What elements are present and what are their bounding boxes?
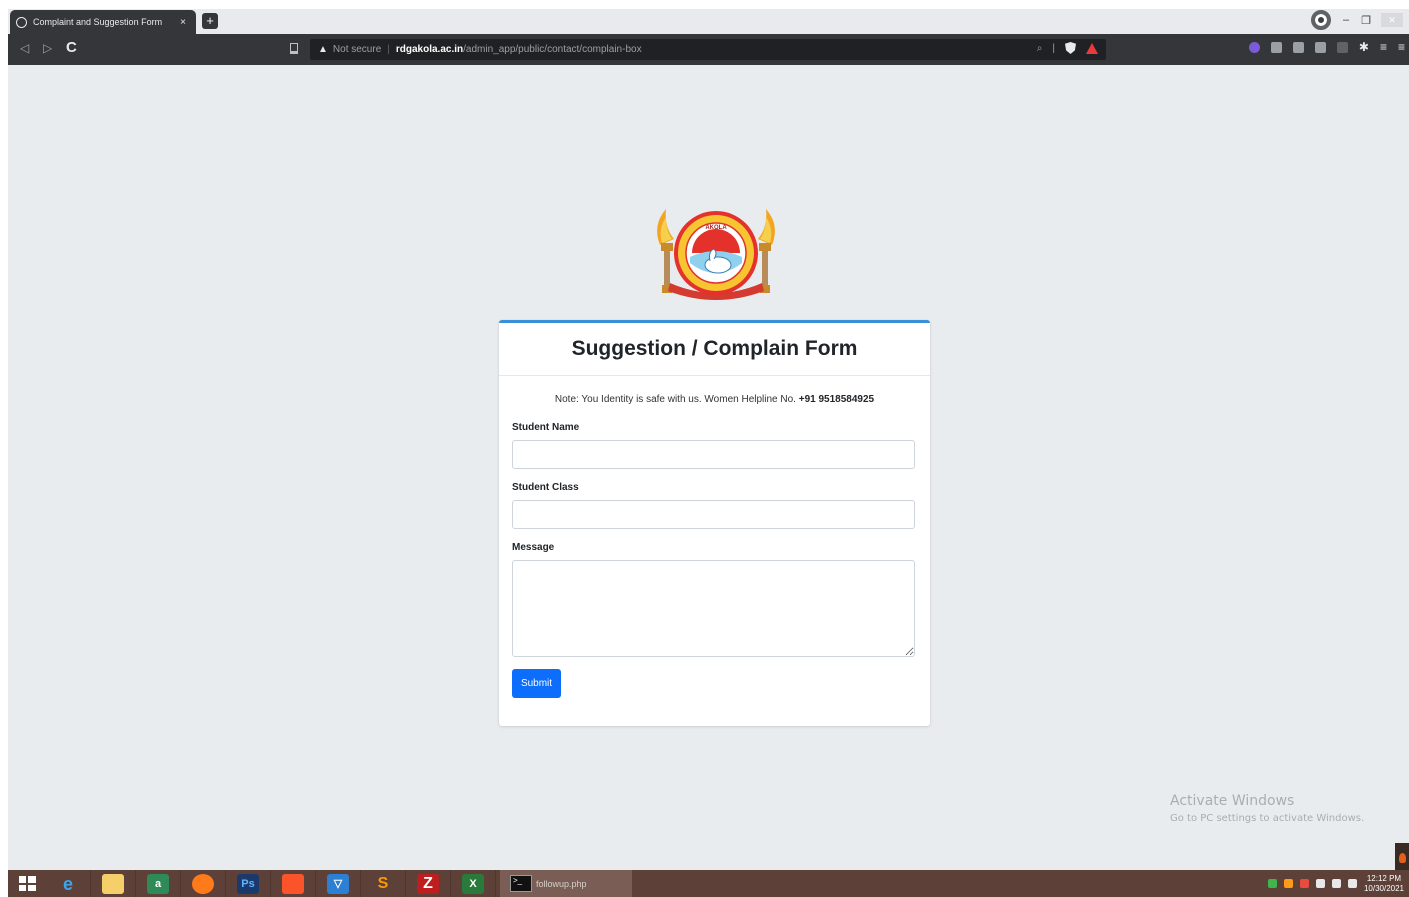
notification-flame-icon[interactable] [1395,843,1409,870]
student-class-label: Student Class [512,482,579,493]
address-bar-actions: ⌕ | [1037,42,1098,54]
security-label[interactable]: Not secure [333,44,381,55]
restore-button[interactable]: ❐ [1361,14,1371,27]
network-icon[interactable] [1331,879,1341,888]
page-title: Suggestion / Complain Form [571,337,858,360]
separator: | [1052,42,1055,54]
clock[interactable]: 12:12 PM 10/30/2021 [1364,874,1404,894]
clock-time: 12:12 PM [1366,873,1402,883]
globe-icon [16,16,27,28]
store-icon[interactable]: a [136,870,181,897]
start-button[interactable] [8,870,46,897]
tray-chrome-icon[interactable] [1283,879,1293,888]
system-tray: 12:12 PM 10/30/2021 [1267,874,1409,894]
watermark-title: Activate Windows [1170,793,1295,809]
windows-logo-icon [18,876,36,891]
browser-toolbar: ◁ ▷ C ▲ Not secure | rdgakola.ac.in /adm… [8,34,1409,65]
complaint-form-card: Suggestion / Complain Form Note: You Ide… [499,320,930,726]
internet-explorer-icon[interactable]: e [46,870,91,897]
activate-windows-watermark: Activate Windows Go to PC settings to ac… [1170,793,1364,824]
close-window-button[interactable]: ✕ [1381,13,1403,27]
volume-icon[interactable] [1315,879,1325,888]
address-bar[interactable]: ▲ Not secure | rdgakola.ac.in /admin_app… [310,39,1106,60]
firefox-icon[interactable] [181,870,226,897]
college-logo: AKOLA [657,209,775,300]
brave-shield-icon[interactable] [1065,42,1076,54]
minimize-button[interactable]: – [1341,14,1351,26]
url-path: /admin_app/public/contact/complain-box [463,44,642,55]
photoshop-icon[interactable]: Ps [226,870,271,897]
close-tab-button[interactable]: × [176,17,190,28]
student-class-input[interactable] [512,500,915,529]
extension-icon[interactable] [1248,42,1260,53]
taskbar-window-label: followup.php [536,878,587,889]
back-icon[interactable]: ◁ [20,41,29,55]
reload-icon[interactable]: C [66,39,77,56]
extension-icon[interactable] [1292,42,1304,53]
watermark-subtitle: Go to PC settings to activate Windows. [1170,813,1365,824]
tray-app-icon[interactable] [1267,879,1277,888]
forward-icon[interactable]: ▷ [43,41,52,55]
tab-title: Complaint and Suggestion Form [33,17,163,27]
message-label: Message [512,542,555,553]
filezilla-icon[interactable]: Z [406,870,451,897]
menu-icon[interactable]: ≡ [1398,41,1405,53]
helpline-number: +91 9518584925 [798,394,875,405]
window-controls: – ❐ ✕ [1311,10,1403,30]
tray-app-icon[interactable] [1299,879,1309,888]
logo-text: AKOLA [705,225,727,231]
file-explorer-icon[interactable] [91,870,136,897]
zoom-icon[interactable]: ⌕ [1037,43,1043,54]
card-header: Suggestion / Complain Form [499,323,930,376]
screen: Complaint and Suggestion Form × + – ❐ ✕ … [0,0,1409,897]
submit-button[interactable]: Submit [512,669,561,698]
browser-tab[interactable]: Complaint and Suggestion Form × [10,10,196,34]
bookmark-icon[interactable] [290,43,298,54]
puzzle-icon[interactable]: ✱ [1359,41,1369,53]
url-host: rdgakola.ac.in [395,44,464,55]
reading-list-icon[interactable]: ≡ [1380,41,1387,53]
terminal-icon: >_ [510,875,532,892]
note-text: Note: You Identity is safe with us. Wome… [554,394,796,405]
flag-icon[interactable] [1347,879,1357,888]
identity-note: Note: You Identity is safe with us. Wome… [512,394,917,405]
url-separator: | [387,44,390,55]
tab-strip: Complaint and Suggestion Form × + – ❐ ✕ [8,9,1409,34]
brave-icon[interactable] [271,870,316,897]
camera-extension-icon[interactable] [1314,42,1326,53]
warning-icon: ▲ [318,44,328,55]
excel-icon[interactable]: X [451,870,496,897]
brave-rewards-icon[interactable] [1086,42,1098,54]
sublime-text-icon[interactable]: S [361,870,406,897]
page-content: AKOLA Suggestion / Complain Form Note: Y… [8,65,1409,870]
profile-icon[interactable] [1311,10,1331,30]
new-tab-button[interactable]: + [202,13,218,29]
extension-icon[interactable] [1270,42,1282,53]
extensions-bar: ✱ ≡ ≡ [1248,41,1405,53]
message-textarea[interactable] [512,560,915,657]
extension-icon[interactable] [1336,42,1348,53]
vs-code-icon[interactable]: ▽ [316,870,361,897]
taskbar-window-terminal[interactable]: >_ followup.php [500,870,632,897]
clock-date: 10/30/2021 [1363,883,1404,893]
card-body: Note: You Identity is safe with us. Wome… [499,376,930,698]
student-name-label: Student Name [512,422,580,433]
student-name-input[interactable] [512,440,915,469]
taskbar: e a Ps ▽ S Z X >_ followup.php 12:12 PM … [8,870,1409,897]
